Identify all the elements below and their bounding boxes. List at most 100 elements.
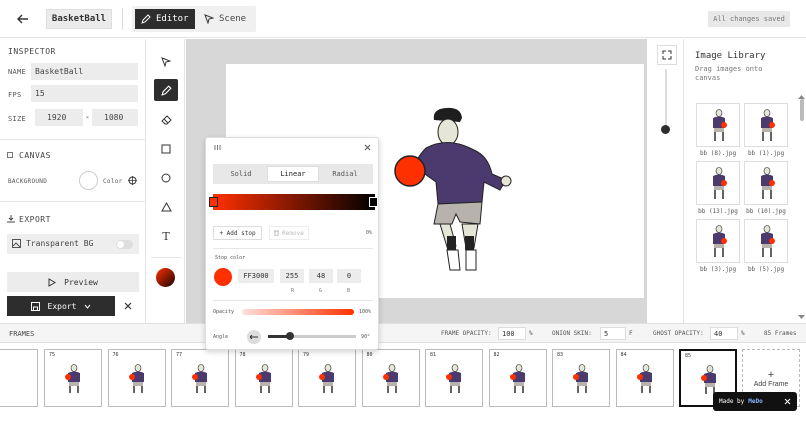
frame-thumbnail[interactable]: 84 bbox=[615, 349, 674, 407]
editor-mode-button[interactable]: Editor bbox=[135, 9, 195, 29]
stop-color-swatch[interactable] bbox=[214, 268, 232, 286]
library-thumbnail[interactable] bbox=[696, 103, 740, 147]
add-stop-button[interactable]: + Add stop bbox=[213, 226, 262, 240]
hex-input[interactable]: FF3000 bbox=[238, 269, 274, 283]
grip-icon[interactable] bbox=[214, 145, 221, 150]
add-frame-label: Add Frame bbox=[753, 380, 789, 388]
export-button[interactable]: Export bbox=[7, 296, 115, 316]
fit-button[interactable] bbox=[657, 45, 677, 65]
name-input[interactable]: BasketBall bbox=[31, 63, 138, 80]
frame-thumbnail[interactable]: 75 bbox=[44, 349, 102, 407]
triangle-tool-button[interactable] bbox=[154, 196, 178, 218]
width-input[interactable]: 1920 bbox=[35, 109, 83, 126]
frame-thumbnail[interactable]: 83 bbox=[552, 349, 610, 407]
frame-thumbnail[interactable]: 81 bbox=[425, 349, 483, 407]
inspector-panel: INSPECTOR NAME BasketBall FPS 15 SIZE 19… bbox=[0, 39, 146, 323]
close-icon[interactable] bbox=[784, 398, 791, 405]
frame-preview-figure bbox=[636, 364, 652, 393]
project-name-button[interactable]: BasketBall bbox=[46, 9, 112, 29]
angle-value: 90° bbox=[361, 334, 371, 340]
fps-label: FPS bbox=[8, 91, 22, 99]
library-thumbnail[interactable] bbox=[696, 219, 740, 263]
back-button[interactable] bbox=[14, 11, 32, 27]
gradient-stop-end[interactable] bbox=[369, 197, 378, 207]
made-by-label: Made by bbox=[719, 398, 745, 405]
frame-thumbnail-partial[interactable] bbox=[0, 349, 38, 407]
name-label: NAME bbox=[8, 68, 27, 76]
frame-opacity-unit: % bbox=[529, 330, 533, 337]
scroll-up-icon[interactable] bbox=[798, 95, 805, 99]
fps-input[interactable]: 15 bbox=[31, 85, 138, 102]
size-label: SIZE bbox=[8, 115, 27, 123]
frame-preview-figure bbox=[255, 364, 271, 393]
opacity-slider[interactable] bbox=[242, 309, 354, 315]
red-input[interactable]: 255 bbox=[280, 269, 304, 283]
thumbnail-figure bbox=[761, 167, 775, 199]
back-arrow-icon bbox=[17, 14, 28, 24]
frame-thumbnail[interactable]: 80 bbox=[361, 349, 420, 407]
library-thumbnail[interactable] bbox=[744, 161, 788, 205]
save-icon bbox=[30, 301, 40, 311]
mode-switch: Editor Scene bbox=[132, 6, 256, 32]
close-icon[interactable] bbox=[364, 144, 371, 151]
gradient-stop-start[interactable] bbox=[209, 197, 218, 207]
eraser-tool-button[interactable] bbox=[154, 109, 178, 131]
text-tool-button[interactable]: T bbox=[154, 225, 178, 247]
gradient-preview-bar[interactable] bbox=[213, 194, 375, 210]
frame-number: 85 bbox=[685, 353, 692, 359]
ghost-opacity-input[interactable]: 40 bbox=[710, 327, 738, 340]
height-input[interactable]: 1080 bbox=[92, 109, 138, 126]
background-label: BACKGROUND bbox=[8, 178, 48, 185]
zoom-slider-track[interactable] bbox=[665, 69, 667, 131]
tab-solid[interactable]: Solid bbox=[215, 166, 267, 182]
scroll-down-icon[interactable] bbox=[798, 315, 805, 319]
rectangle-tool-button[interactable] bbox=[154, 138, 178, 160]
eyedropper-icon[interactable] bbox=[128, 176, 137, 185]
made-by-badge[interactable]: Made by MeDo bbox=[713, 392, 797, 411]
library-thumbnail[interactable] bbox=[696, 161, 740, 205]
frame-number: 79 bbox=[303, 352, 310, 358]
angle-slider-thumb[interactable] bbox=[286, 332, 294, 340]
preview-button[interactable]: Preview bbox=[7, 272, 139, 292]
background-color-swatch[interactable] bbox=[79, 171, 98, 190]
ellipse-tool-button[interactable] bbox=[154, 167, 178, 189]
divider bbox=[122, 8, 123, 30]
frame-number: 81 bbox=[430, 352, 437, 358]
frame-count: 85 Frames bbox=[764, 330, 797, 337]
frame-number: 82 bbox=[493, 352, 500, 358]
ghost-opacity-unit: % bbox=[741, 330, 745, 337]
green-input[interactable]: 48 bbox=[309, 269, 333, 283]
tab-radial[interactable]: Radial bbox=[319, 166, 371, 182]
frame-thumbnail[interactable]: 78 bbox=[234, 349, 293, 407]
library-thumbnail[interactable] bbox=[744, 103, 788, 147]
transparent-bg-toggle[interactable] bbox=[116, 240, 133, 249]
remove-stop-button[interactable]: Remove bbox=[269, 226, 309, 240]
brush-tool-button[interactable] bbox=[154, 79, 178, 101]
frame-thumbnail[interactable]: 76 bbox=[107, 349, 166, 407]
fill-color-swatch[interactable] bbox=[156, 268, 175, 287]
frame-number: 84 bbox=[620, 352, 627, 358]
library-scrollbar[interactable] bbox=[800, 99, 804, 121]
onion-skin-input[interactable]: 5 bbox=[600, 327, 626, 340]
frame-thumbnail[interactable]: 82 bbox=[488, 349, 547, 407]
frame-thumbnail[interactable]: 77 bbox=[171, 349, 229, 407]
zoom-slider-thumb[interactable] bbox=[661, 125, 670, 134]
frame-opacity-label: FRAME OPACITY: bbox=[441, 330, 492, 337]
scene-mode-button[interactable]: Scene bbox=[198, 9, 254, 29]
tab-linear[interactable]: Linear bbox=[267, 166, 319, 182]
blue-input[interactable]: 0 bbox=[337, 269, 361, 283]
angle-dial[interactable] bbox=[247, 330, 261, 344]
remove-label: Remove bbox=[282, 229, 304, 237]
select-tool-button[interactable] bbox=[154, 51, 178, 73]
cursor-icon bbox=[161, 57, 171, 67]
editor-mode-label: Editor bbox=[156, 14, 189, 24]
library-thumbnail[interactable] bbox=[744, 219, 788, 263]
frame-number: 80 bbox=[366, 352, 373, 358]
opacity-value: 100% bbox=[359, 309, 372, 315]
canvas-checkbox-icon[interactable] bbox=[7, 152, 13, 158]
frame-preview-figure bbox=[382, 364, 398, 393]
close-icon[interactable] bbox=[124, 302, 132, 310]
frames-title: FRAMES bbox=[9, 330, 35, 338]
frame-thumbnail[interactable]: 79 bbox=[298, 349, 356, 407]
frame-opacity-input[interactable]: 100 bbox=[498, 327, 526, 340]
